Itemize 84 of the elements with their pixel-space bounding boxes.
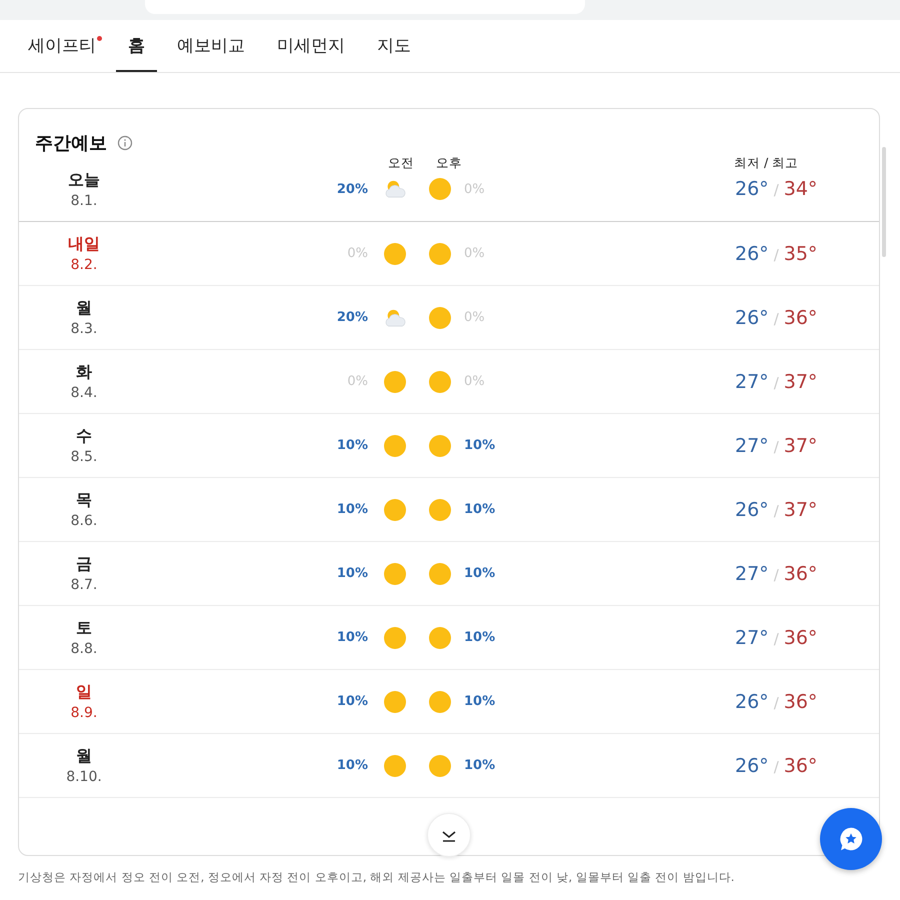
temperature-separator: / xyxy=(774,566,779,584)
rain-chance: 0% xyxy=(346,374,369,389)
expand-button[interactable] xyxy=(427,813,471,857)
rain-chance: 10% xyxy=(336,630,369,645)
day-label: 금 xyxy=(76,554,92,575)
rain-chance: 20% xyxy=(336,182,369,196)
rain-chance: 0% xyxy=(463,182,486,196)
high-temperature: 37° xyxy=(784,370,818,392)
rain-chance: 0% xyxy=(463,246,486,261)
high-temperature: 36° xyxy=(784,306,818,328)
tab[interactable]: 미세먼지 xyxy=(265,20,357,72)
low-temperature: 26° xyxy=(735,242,769,264)
column-header: 오전 xyxy=(388,155,414,172)
date-label: 8.5. xyxy=(70,449,98,465)
rain-chance: 0% xyxy=(463,310,486,325)
date-label: 8.6. xyxy=(70,513,98,529)
high-temperature: 35° xyxy=(784,242,818,264)
high-temperature: 37° xyxy=(784,434,818,456)
day-label: 화 xyxy=(76,362,92,383)
date-label: 8.10. xyxy=(66,769,102,785)
tab[interactable]: 예보비교 xyxy=(165,20,257,72)
rain-chance: 10% xyxy=(463,694,496,709)
temperature-separator: / xyxy=(774,181,779,199)
low-temperature: 27° xyxy=(735,562,769,584)
rain-chance: 10% xyxy=(336,758,369,773)
low-temperature: 27° xyxy=(735,434,769,456)
rain-chance: 20% xyxy=(336,310,369,325)
rain-chance: 0% xyxy=(463,374,486,389)
tab[interactable]: 홈 xyxy=(116,20,157,72)
day-label: 월 xyxy=(76,746,92,767)
day-label: 월 xyxy=(76,298,92,319)
column-header: 오후 xyxy=(436,155,462,172)
date-label: 8.2. xyxy=(70,257,98,273)
low-temperature: 27° xyxy=(735,370,769,392)
temperature-separator: / xyxy=(774,758,779,776)
rain-chance: 10% xyxy=(336,694,369,709)
footnote: 기상청은 자정에서 정오 전이 오전, 정오에서 자정 전이 오후이고, 해외 제공사는 일출부터 일몰 전이 낮, 일몰부터 일출 전이 밤입니다. xyxy=(18,870,736,885)
low-temperature: 26° xyxy=(735,690,769,712)
day-label: 일 xyxy=(76,682,92,703)
temperature-separator: / xyxy=(774,246,779,264)
rain-chance: 10% xyxy=(463,438,496,453)
day-label: 목 xyxy=(76,490,92,511)
rain-chance: 10% xyxy=(336,566,369,581)
low-temperature: 26° xyxy=(735,306,769,328)
scrollbar[interactable] xyxy=(882,147,886,257)
high-temperature: 36° xyxy=(784,562,818,584)
info-icon[interactable] xyxy=(117,135,133,151)
rain-chance: 10% xyxy=(463,566,496,581)
chat-button[interactable] xyxy=(820,808,882,870)
temperature-separator: / xyxy=(774,310,779,328)
date-label: 8.7. xyxy=(70,577,98,593)
column-header: 최저 / 최고 xyxy=(734,155,798,172)
rain-chance: 10% xyxy=(336,438,369,453)
low-temperature: 26° xyxy=(735,498,769,520)
temperature-separator: / xyxy=(774,694,779,712)
tab[interactable]: 세이프티 xyxy=(16,20,108,72)
low-temperature: 26° xyxy=(735,178,769,200)
rain-chance: 0% xyxy=(346,246,369,261)
temperature-separator: / xyxy=(774,374,779,392)
low-temperature: 26° xyxy=(735,754,769,776)
rain-chance: 10% xyxy=(463,758,496,773)
high-temperature: 36° xyxy=(784,626,818,648)
high-temperature: 36° xyxy=(784,690,818,712)
day-label: 내일 xyxy=(68,234,100,255)
temperature-separator: / xyxy=(774,630,779,648)
rain-chance: 10% xyxy=(463,630,496,645)
temperature-separator: / xyxy=(774,438,779,456)
temperature-separator: / xyxy=(774,502,779,520)
date-label: 8.9. xyxy=(70,705,98,721)
high-temperature: 34° xyxy=(784,178,818,200)
high-temperature: 36° xyxy=(784,754,818,776)
date-label: 8.4. xyxy=(70,385,98,401)
date-label: 8.8. xyxy=(70,641,98,657)
high-temperature: 37° xyxy=(784,498,818,520)
rain-chance: 10% xyxy=(463,502,496,517)
card-title: 주간예보 xyxy=(35,132,107,155)
rain-chance: 10% xyxy=(336,502,369,517)
date-label: 8.1. xyxy=(70,192,98,208)
day-label: 토 xyxy=(76,618,92,639)
low-temperature: 27° xyxy=(735,626,769,648)
date-label: 8.3. xyxy=(70,321,98,337)
day-label: 수 xyxy=(76,426,92,447)
day-label: 오늘 xyxy=(68,170,100,190)
tab[interactable]: 지도 xyxy=(365,20,423,72)
